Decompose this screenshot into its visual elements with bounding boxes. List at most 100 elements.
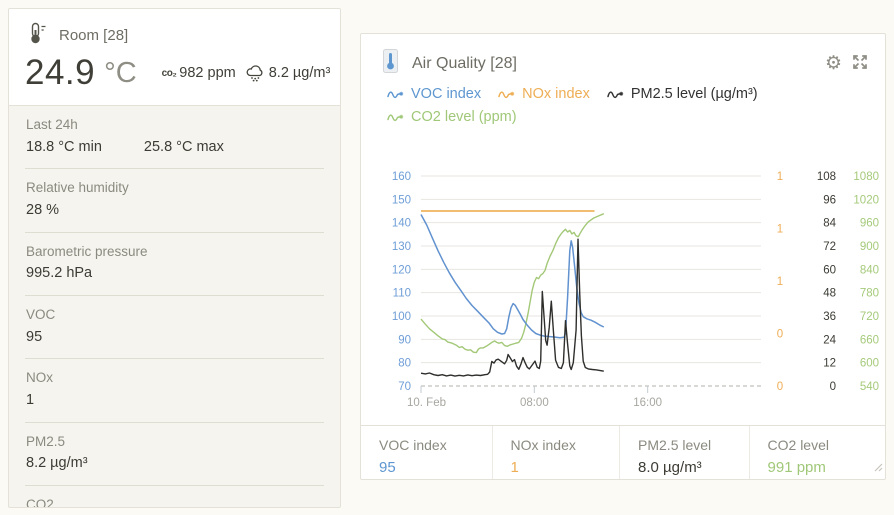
room-detail-rows: Last 24h 18.8 °C min 25.8 °C max Relative… [9, 106, 340, 508]
co2-axis-label: 720 [860, 311, 879, 323]
room-detail-row: Barometric pressure 995.2 hPa [25, 233, 324, 296]
pm25-axis-label: 60 [823, 264, 836, 276]
temperature-unit: °C [104, 57, 137, 90]
room-detail-row: CO2 982 ppm [25, 486, 324, 508]
co2-axis-label: 540 [860, 381, 879, 393]
nox-axis-label: 1 [777, 171, 783, 183]
pm-cloud-icon [245, 65, 266, 82]
inline-stat: co₂982 ppm [162, 65, 236, 81]
legend-item[interactable]: NOx index [498, 86, 590, 102]
pm25-axis-label: 24 [823, 334, 836, 346]
footer-stat-cell: CO2 level 991 ppm [750, 426, 885, 479]
legend-label: CO2 level (ppm) [411, 109, 517, 125]
voc-axis-label: 70 [398, 381, 411, 393]
room-header: Room [28] 24.9 °C co₂982 ppm 8.2 µg/m³ 28 … [9, 9, 340, 106]
pm25-axis-label: 96 [823, 194, 836, 206]
room-row-value: 18.8 °C min [26, 139, 102, 155]
thermometer-icon [25, 21, 47, 49]
co2-axis-label: 660 [860, 334, 879, 346]
pm25-axis-label: 12 [823, 358, 836, 370]
co2-axis-label: 840 [860, 264, 879, 276]
voc-axis-label: 150 [392, 194, 411, 206]
room-row-value: 95 [26, 329, 42, 345]
room-detail-row: NOx 1 [25, 359, 324, 422]
legend-item[interactable]: VOC index [387, 86, 481, 102]
inline-stat-value: 982 ppm [179, 65, 235, 81]
pm25-axis-label: 72 [823, 241, 836, 253]
legend-item[interactable]: PM2.5 level (µg/m³) [607, 86, 758, 102]
voc-axis-label: 160 [392, 171, 411, 183]
room-row-label: Last 24h [26, 115, 323, 135]
svg-text:10. Feb: 10. Feb [407, 397, 446, 409]
svg-text:08:00: 08:00 [520, 397, 549, 409]
nox-axis-label: 0 [777, 329, 783, 341]
inline-stat-value: 8.2 µg/m³ [269, 65, 331, 81]
co2-axis-label: 780 [860, 288, 879, 300]
footer-stat-label: VOC index [379, 437, 492, 453]
footer-stat-cell: NOx index 1 [493, 426, 621, 479]
room-row-label: PM2.5 [26, 432, 323, 452]
room-detail-row: VOC 95 [25, 296, 324, 359]
room-title: Room [28] [59, 27, 128, 44]
pm25-axis-label: 84 [823, 218, 836, 230]
pm25-axis-label: 36 [823, 311, 836, 323]
nox-axis-label: 1 [777, 224, 783, 236]
co2-axis-label: 960 [860, 218, 879, 230]
inline-stats: co₂982 ppm 8.2 µg/m³ 28 % [153, 65, 341, 82]
footer-stat-label: NOx index [511, 437, 620, 453]
air-quality-card: Air Quality [28] ⚙ VOC index N [360, 33, 886, 480]
air-quality-title: Air Quality [28] [412, 55, 825, 73]
series-pm25 [421, 239, 604, 376]
voc-axis-label: 120 [392, 264, 411, 276]
co2-axis-label: 1080 [853, 171, 879, 183]
room-row-label: CO2 [26, 495, 323, 508]
legend-label: VOC index [411, 86, 481, 102]
gear-icon[interactable]: ⚙ [825, 54, 842, 73]
footer-stat-label: PM2.5 level [638, 437, 749, 453]
footer-stat-value: 991 ppm [768, 459, 885, 476]
air-quality-chart: 10. Feb08:0016:0016015014013012011010090… [361, 146, 885, 418]
pm25-axis-label: 0 [830, 381, 836, 393]
voc-axis-label: 130 [392, 241, 411, 253]
room-row-label: NOx [26, 368, 323, 388]
chart-legend: VOC index NOx index PM2.5 level (µg/m³) … [361, 78, 885, 125]
room-row-value: 995.2 hPa [26, 265, 92, 281]
footer-stat-value: 1 [511, 459, 620, 476]
pm25-axis-label: 48 [823, 288, 836, 300]
chart-footer-stats: VOC index 95 NOx index 1 PM2.5 level 8.0… [361, 425, 885, 479]
legend-item[interactable]: CO2 level (ppm) [387, 109, 517, 125]
voc-axis-label: 110 [393, 288, 411, 300]
room-row-value: 1 [26, 392, 34, 408]
temperature-value: 24.9 [25, 53, 95, 93]
voc-axis-label: 80 [398, 358, 411, 370]
footer-stat-cell: PM2.5 level 8.0 µg/m³ [620, 426, 750, 479]
air-thermometer-icon [383, 49, 398, 78]
footer-stat-cell: VOC index 95 [361, 426, 493, 479]
room-detail-row: Relative humidity 28 % [25, 169, 324, 232]
expand-icon[interactable] [851, 53, 869, 75]
legend-label: NOx index [522, 86, 590, 102]
room-row-value: 8.2 µg/m³ [26, 455, 88, 471]
room-detail-row: Last 24h 18.8 °C min 25.8 °C max [25, 106, 324, 169]
co2-axis-label: 600 [860, 358, 879, 370]
room-row-value2: 25.8 °C max [144, 139, 224, 155]
room-summary-card: Room [28] 24.9 °C co₂982 ppm 8.2 µg/m³ 28 … [8, 8, 341, 508]
inline-stat: 28 % [339, 65, 341, 82]
voc-axis-label: 100 [392, 311, 411, 323]
co2-axis-label: 900 [860, 241, 879, 253]
room-row-label: Barometric pressure [26, 242, 323, 262]
room-detail-row: PM2.5 8.2 µg/m³ [25, 423, 324, 486]
footer-stat-value: 8.0 µg/m³ [638, 459, 749, 476]
room-row-label: VOC [26, 305, 323, 325]
voc-axis-label: 140 [392, 218, 411, 230]
pm25-axis-label: 108 [817, 171, 836, 183]
inline-stat: 8.2 µg/m³ [245, 65, 331, 82]
co2-icon: co₂ [162, 68, 177, 79]
footer-stat-label: CO2 level [768, 437, 885, 453]
voc-axis-label: 90 [398, 334, 411, 346]
room-row-label: Relative humidity [26, 178, 323, 198]
resize-handle-icon[interactable] [873, 459, 883, 477]
footer-stat-value: 95 [379, 459, 492, 476]
nox-axis-label: 1 [777, 276, 783, 288]
humidity-drop-icon [339, 65, 341, 82]
